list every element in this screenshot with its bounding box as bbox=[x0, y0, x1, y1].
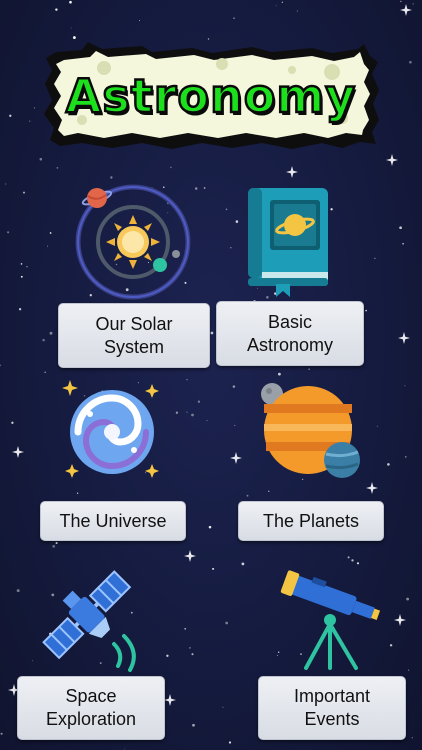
button-label-line-1: Important bbox=[293, 686, 371, 706]
solar-system-icon[interactable] bbox=[70, 178, 196, 304]
button-label-line-1: Basic bbox=[267, 311, 312, 332]
galaxy-icon[interactable] bbox=[60, 376, 164, 484]
button-label-line-1: The Universe bbox=[59, 510, 167, 531]
space-exploration-button[interactable]: Space Exploration bbox=[17, 676, 165, 740]
the-universe-button[interactable]: The Universe bbox=[40, 501, 186, 541]
button-label-line-1: The Planets bbox=[262, 510, 360, 531]
satellite-icon[interactable] bbox=[30, 558, 142, 674]
button-label-line-2: Astronomy bbox=[246, 334, 334, 355]
astronomy-book-icon[interactable] bbox=[246, 186, 330, 298]
title-banner: Astronomy bbox=[42, 40, 380, 152]
button-label-line-1: Our Solar bbox=[95, 313, 173, 334]
telescope-icon[interactable] bbox=[276, 562, 384, 672]
basic-astronomy-button[interactable]: Basic Astronomy bbox=[216, 301, 364, 366]
app-title: Astronomy bbox=[64, 68, 357, 125]
button-label-line-1: Space bbox=[65, 686, 117, 706]
button-label-line-2: Exploration bbox=[45, 709, 137, 729]
planets-icon[interactable] bbox=[256, 380, 364, 482]
the-planets-button[interactable]: The Planets bbox=[238, 501, 384, 541]
our-solar-system-button[interactable]: Our Solar System bbox=[58, 303, 210, 368]
important-events-button[interactable]: Important Events bbox=[258, 676, 406, 740]
button-label-line-2: System bbox=[103, 336, 164, 357]
button-label-line-2: Events bbox=[304, 709, 360, 729]
